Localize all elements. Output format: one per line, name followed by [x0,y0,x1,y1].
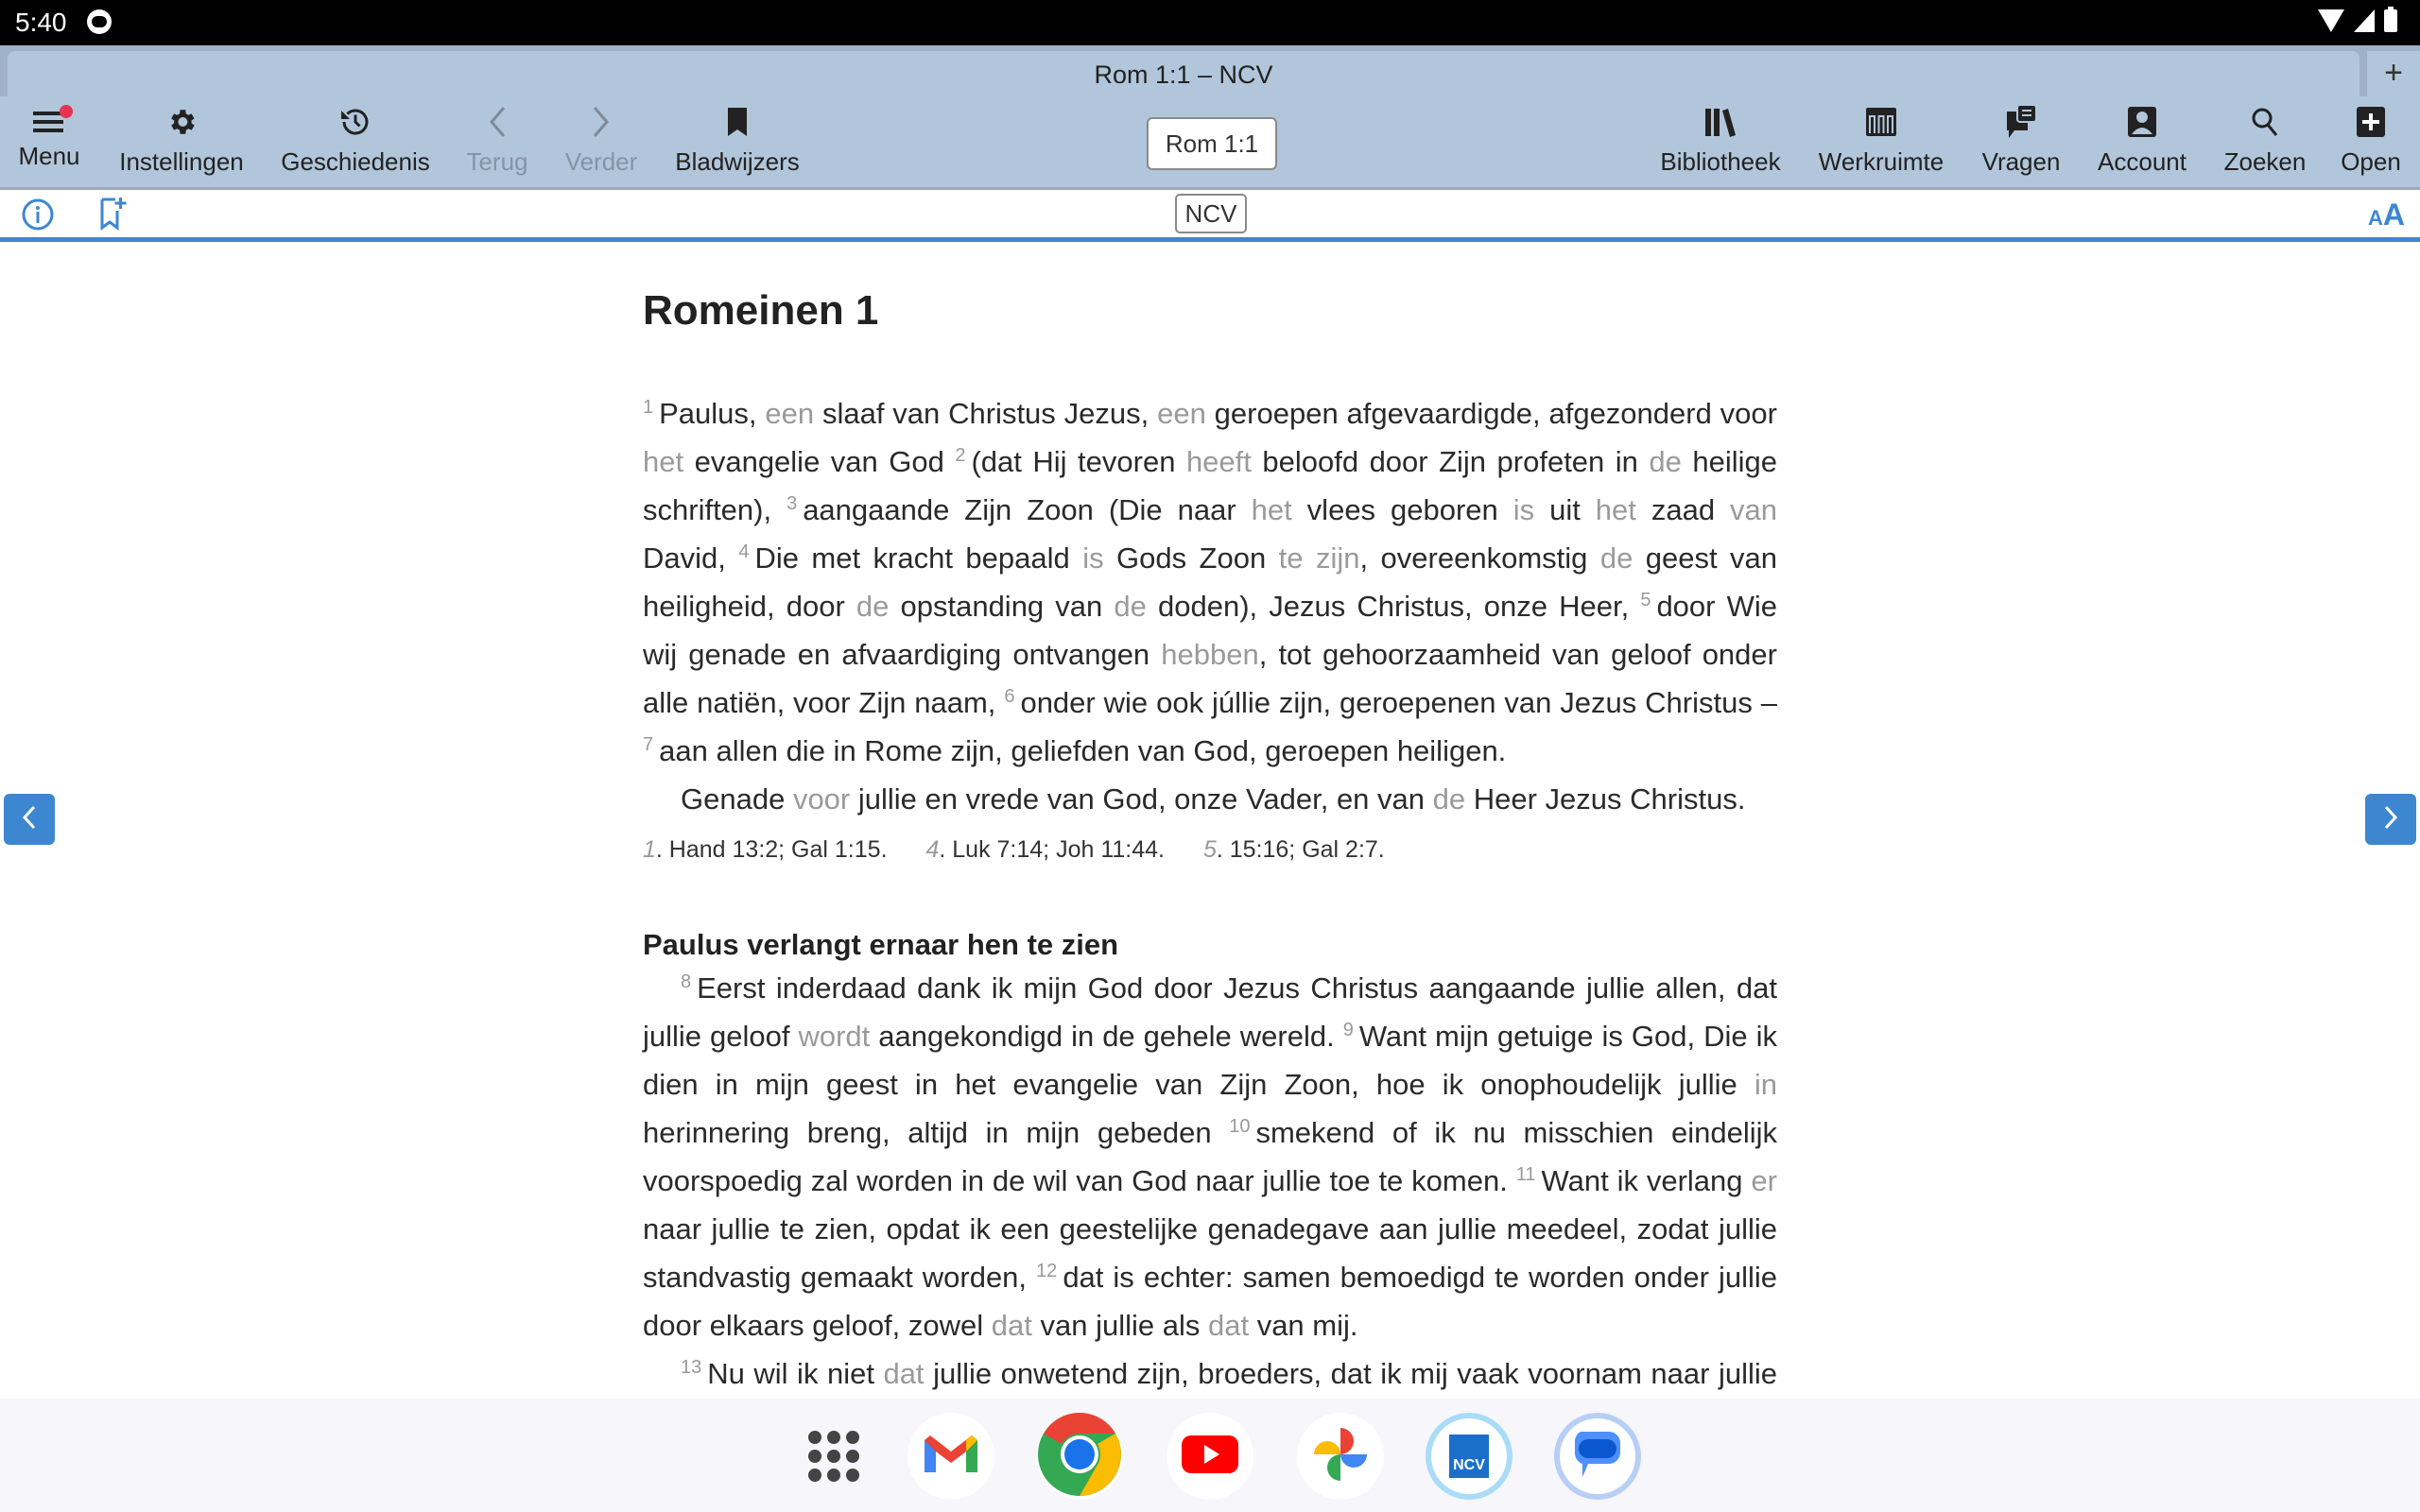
forward-button[interactable]: Verder [563,106,639,177]
youtube-app[interactable] [1167,1413,1253,1500]
footnote[interactable]: 4. Luk 7:14; Joh 11:44. [925,836,1165,863]
search-icon [2250,106,2280,145]
messages-icon [1573,1428,1622,1486]
font-size-big: A [2382,198,2405,232]
verse-number[interactable]: 3 [786,493,797,514]
account-label: Account [2098,147,2187,176]
previous-chapter-button[interactable] [4,794,55,845]
add-tab-button[interactable]: + [2364,51,2420,96]
footnote[interactable]: 1. Hand 13:2; Gal 1:15. [643,836,888,863]
chevron-right-icon [591,105,612,146]
reference-input[interactable]: Rom 1:1 [1147,117,1277,170]
reader-subbar: NCV AA [0,190,2420,242]
tab-active[interactable]: Rom 1:1 – NCV [8,51,2360,96]
section-heading: Paulus verlangt ernaar hen te zien [643,928,1119,961]
apps-grid-icon [808,1431,859,1482]
app-dock: NCV [0,1399,2420,1512]
library-label: Bibliotheek [1660,147,1781,176]
verse-number[interactable]: 11 [1516,1164,1536,1185]
paragraph: 1 Paulus, een slaaf van Christus Jezus, e… [643,397,1778,767]
questions-button[interactable]: Vragen [1976,103,2066,177]
menu-button[interactable]: Menu [13,104,85,171]
system-icons [2318,7,2397,32]
font-size-small: A [2368,206,2383,230]
info-icon[interactable] [21,198,55,236]
bookmarks-label: Bladwijzers [675,147,800,176]
forward-label: Verder [564,147,638,176]
chevron-left-icon [20,803,39,836]
battery-icon [2384,7,2397,32]
verse-number[interactable]: 10 [1229,1116,1250,1137]
gmail-app[interactable] [908,1413,994,1500]
paragraph: Genade voor jullie en vrede van God, onz… [681,782,1746,816]
toolbar: Menu Instellingen Geschiedenis Terug Ver… [0,96,2420,190]
chrome-app[interactable] [1036,1412,1123,1502]
bookmark-icon [726,106,749,145]
menu-label: Menu [18,142,80,170]
open-label: Open [2341,147,2401,176]
tab-title: Rom 1:1 – NCV [1094,60,1273,89]
verse-number[interactable]: 6 [1004,686,1014,707]
gmail-icon [923,1433,979,1481]
verse-number[interactable]: 7 [643,734,653,755]
workspace-icon [1865,106,1897,145]
account-icon [2127,106,2157,145]
verse-number[interactable]: 13 [681,1357,701,1378]
verse-number[interactable]: 4 [738,541,749,562]
verse-number[interactable]: 1 [643,397,653,418]
settings-label: Instellingen [119,147,244,176]
notification-icon [87,9,112,34]
history-label: Geschiedenis [281,147,430,176]
settings-button[interactable]: Instellingen [117,106,246,177]
footnote[interactable]: 5. 15:16; Gal 2:7. [1203,836,1385,863]
bookmarks-button[interactable]: Bladwijzers [673,106,802,177]
back-button[interactable]: Terug [459,106,535,177]
add-bookmark-icon[interactable] [98,196,129,236]
chat-icon [2004,103,2038,146]
status-time: 5:40 [15,8,67,37]
history-button[interactable]: Geschiedenis [280,106,431,177]
search-label: Zoeken [2223,147,2307,176]
version-selector[interactable]: NCV [1175,194,1247,233]
verse-number[interactable]: 8 [681,971,691,992]
photos-app[interactable] [1297,1413,1384,1500]
workspace-button[interactable]: Werkruimte [1815,106,1947,177]
library-button[interactable]: Bibliotheek [1656,106,1785,177]
workspace-label: Werkruimte [1818,147,1945,176]
account-button[interactable]: Account [2089,106,2195,177]
footnotes: 1. Hand 13:2; Gal 1:15. 4. Luk 7:14; Joh… [643,836,1777,864]
wifi-icon [2318,9,2344,32]
plus-box-icon [2356,106,2386,145]
verse-number[interactable]: 9 [1343,1020,1354,1040]
notification-badge [60,104,73,118]
ncv-app[interactable]: NCV [1426,1413,1512,1500]
search-button[interactable]: Zoeken [2220,106,2310,177]
ncv-icon: NCV [1449,1435,1489,1478]
signal-icon [2354,9,2375,32]
status-bar: 5:40 [0,0,2420,45]
photos-icon [1310,1424,1371,1489]
tab-bar: Rom 1:1 – NCV + [0,45,2420,96]
paragraph: 8 Eerst inderdaad dank ik mijn God door J… [643,971,1778,1342]
verse-number[interactable]: 5 [1640,590,1651,610]
chevron-right-icon [2381,803,2400,836]
library-icon [1703,106,1737,145]
open-button[interactable]: Open [2333,106,2409,177]
chevron-left-icon [487,105,508,146]
chapter-title: Romeinen 1 [643,287,879,334]
youtube-icon [1182,1434,1238,1480]
next-chapter-button[interactable] [2365,794,2416,845]
verse-number[interactable]: 2 [955,445,965,466]
app-drawer-button[interactable] [790,1413,877,1500]
chrome-icon [1037,1412,1122,1502]
font-size-button[interactable]: AA [2368,198,2405,232]
gear-icon [165,106,198,145]
verse-number[interactable]: 12 [1036,1261,1057,1281]
messages-app[interactable] [1554,1413,1641,1500]
questions-label: Vragen [1981,147,2061,176]
back-label: Terug [466,147,528,176]
history-icon [338,105,372,146]
hamburger-icon [33,104,73,142]
bible-text: Romeinen 1 1 Paulus, een slaaf van Christ… [643,242,1777,1446]
